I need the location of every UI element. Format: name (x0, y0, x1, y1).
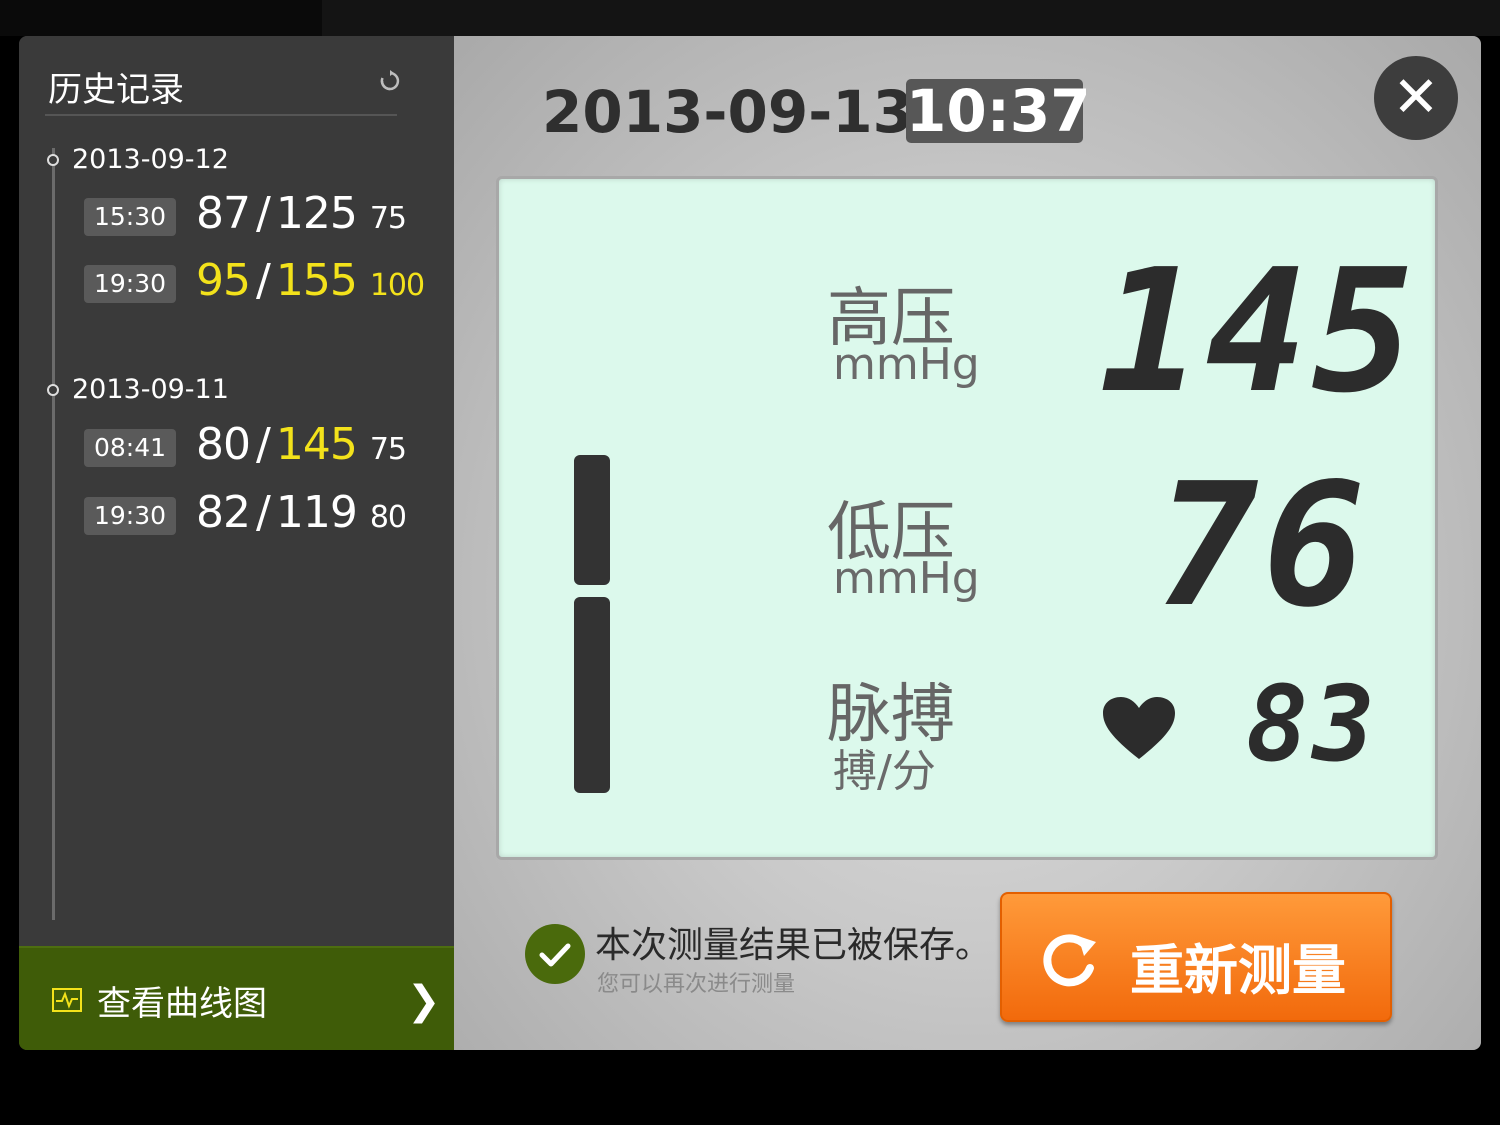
entry-time: 19:30 (84, 497, 176, 535)
systolic-value: 119 (275, 487, 358, 538)
pulse-value: 100 (369, 268, 425, 303)
measurement-dialog: 历史记录 2013-09-12 15:30 87/125 75 19:30 95… (19, 36, 1481, 1050)
systolic-value: 145 (1099, 233, 1419, 431)
pulse-unit: 搏/分 (833, 746, 936, 797)
history-entry[interactable]: 80/145 75 (196, 419, 407, 470)
history-date: 2013-09-11 (72, 374, 229, 405)
history-entry[interactable]: 95/155 100 (196, 255, 425, 306)
diastolic-value: 87 (196, 188, 251, 239)
close-icon[interactable]: ✕ (1374, 56, 1458, 140)
view-chart-button[interactable]: 查看曲线图 ❯ (19, 946, 454, 1050)
systolic-value: 155 (275, 255, 358, 306)
refresh-arrow-icon (1043, 934, 1096, 987)
timeline-line (52, 148, 55, 920)
check-icon (525, 924, 585, 984)
diastolic-value: 80 (196, 419, 251, 470)
remeasure-label: 重新测量 (1130, 939, 1346, 1002)
pulse-value: 75 (369, 201, 407, 236)
chart-icon (52, 988, 82, 1012)
diastolic-unit: mmHg (833, 553, 980, 604)
chevron-right-icon: ❯ (407, 978, 441, 1024)
lcd-display: 高压 mmHg 145 低压 mmHg 76 脉搏 搏/分 83 (496, 176, 1438, 860)
diastolic-value: 95 (196, 255, 251, 306)
separator: / (256, 188, 271, 239)
saved-subtext: 您可以再次进行测量 (597, 972, 796, 997)
pulse-value: 75 (369, 432, 407, 467)
separator: / (256, 255, 271, 306)
level-bar-upper (574, 455, 610, 585)
separator: / (256, 419, 271, 470)
systolic-value: 125 (275, 188, 358, 239)
level-bar-lower (574, 597, 610, 793)
measurement-panel: 2013-09-13 10:37 ✕ 高压 mmHg 145 低压 mmHg 7… (454, 36, 1481, 1050)
entry-time: 15:30 (84, 198, 176, 236)
timeline-dot (47, 384, 59, 396)
pulse-value: 83 (1245, 663, 1379, 785)
timeline-dot (47, 154, 59, 166)
entry-time: 08:41 (84, 429, 176, 467)
diastolic-value: 76 (1156, 447, 1369, 645)
history-date: 2013-09-12 (72, 144, 229, 175)
diastolic-value: 82 (196, 487, 251, 538)
measurement-time: 10:37 (906, 77, 1091, 145)
separator: / (256, 487, 271, 538)
history-entry[interactable]: 87/125 75 (196, 188, 407, 239)
title-divider (45, 114, 397, 116)
view-chart-label: 查看曲线图 (97, 984, 267, 1024)
saved-message: 本次测量结果已被保存。 (595, 925, 992, 966)
entry-time: 19:30 (84, 265, 176, 303)
background-strip (0, 0, 1500, 36)
refresh-icon[interactable] (379, 70, 401, 92)
remeasure-button[interactable]: 重新测量 (1000, 892, 1392, 1022)
pulse-value: 80 (369, 500, 407, 535)
systolic-value: 145 (275, 419, 358, 470)
history-entry[interactable]: 82/119 80 (196, 487, 407, 538)
measurement-date: 2013-09-13 (542, 78, 913, 146)
background-strip-dark (322, 0, 1500, 36)
history-sidebar: 历史记录 2013-09-12 15:30 87/125 75 19:30 95… (19, 36, 454, 1050)
history-title: 历史记录 (48, 70, 184, 110)
systolic-unit: mmHg (833, 339, 980, 390)
heart-icon (1103, 697, 1175, 759)
